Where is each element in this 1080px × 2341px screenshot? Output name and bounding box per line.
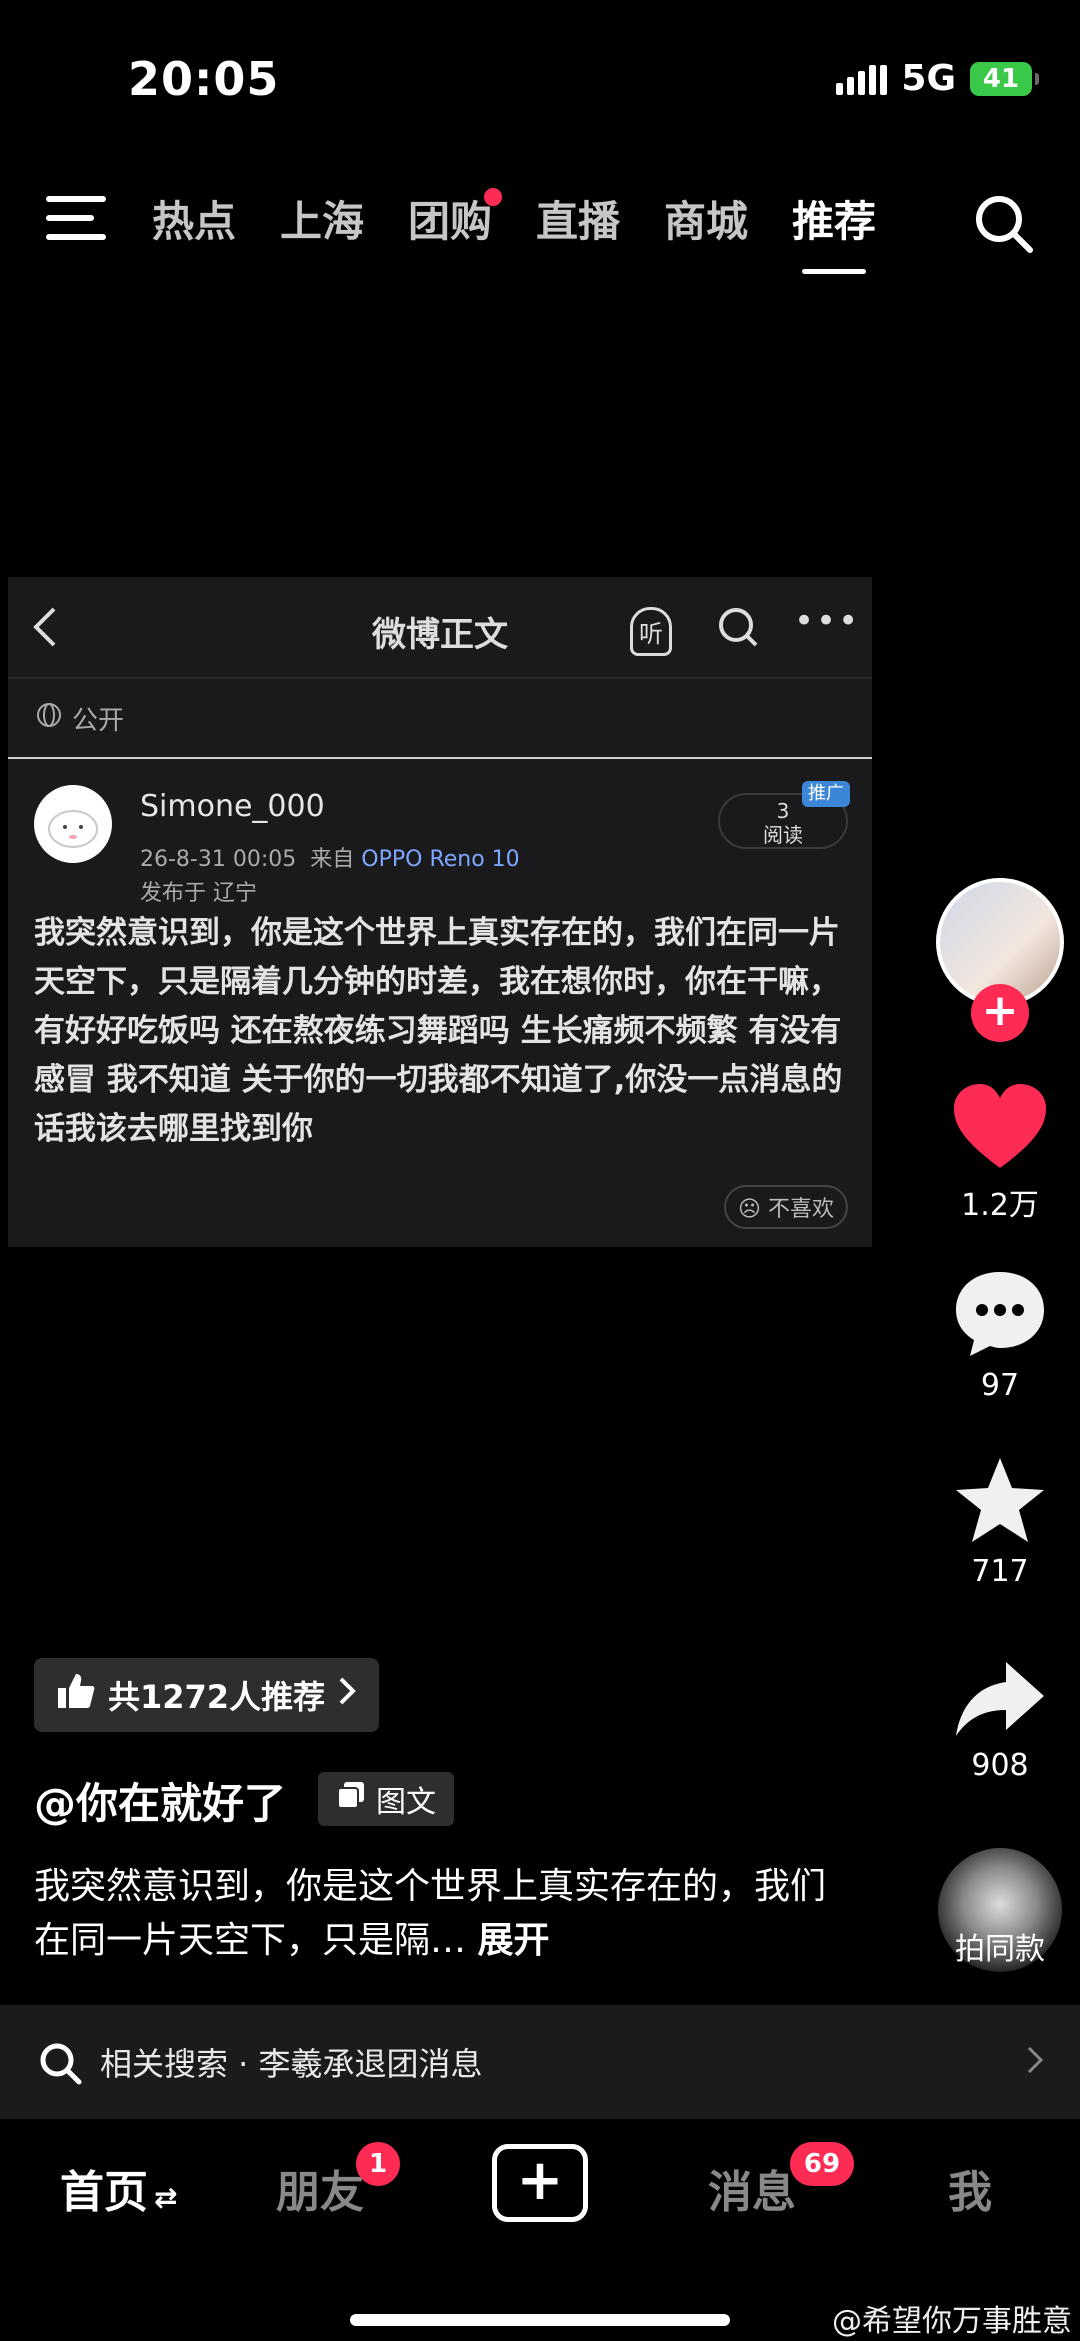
ad-badge: 推广 bbox=[802, 781, 850, 807]
search-refresh-icon bbox=[716, 605, 760, 653]
thumbs-up-icon bbox=[56, 1672, 96, 1718]
related-search-label: 相关搜索 · 李羲承退团消息 bbox=[100, 2045, 483, 2083]
chevron-right-icon bbox=[337, 1675, 357, 1715]
menu-icon[interactable] bbox=[46, 196, 106, 244]
swap-icon: ⇄ bbox=[154, 2181, 178, 2214]
comment-count: 97 bbox=[980, 1368, 1020, 1403]
signal-icon bbox=[836, 63, 888, 95]
more-icon: ••• bbox=[794, 601, 861, 641]
star-icon bbox=[956, 1458, 1044, 1542]
description: 我突然意识到，你是这个世界上真实存在的，我们在同一片天空下，只是隔… 展开 bbox=[34, 1860, 854, 1968]
status-indicators: 5G 41 bbox=[836, 58, 1039, 99]
tab-mall[interactable]: 商城 bbox=[642, 192, 770, 252]
nav-home[interactable]: 首页 ⇄ bbox=[60, 2156, 177, 2220]
nav-me[interactable]: 我 bbox=[948, 2156, 992, 2220]
nav-messages[interactable]: 消息 bbox=[708, 2156, 796, 2220]
top-tabs: 热点 上海 团购 直播 商城 推荐 bbox=[130, 188, 898, 274]
tab-group-buy[interactable]: 团购 bbox=[386, 188, 514, 252]
username: Simone_000 bbox=[140, 789, 325, 824]
network-type: 5G bbox=[901, 58, 956, 99]
type-tag: 图文 bbox=[318, 1772, 454, 1826]
weibo-post-image[interactable]: 微博正文 听 ••• 公开 Simone_000 26-8-31 00:05 来… bbox=[8, 577, 872, 1247]
avatar bbox=[34, 785, 112, 863]
listen-icon: 听 bbox=[630, 607, 672, 656]
nav-friends[interactable]: 朋友 bbox=[276, 2156, 364, 2220]
messages-badge: 69 bbox=[790, 2142, 854, 2186]
post-date: 26-8-31 00:05 来自 OPPO Reno 10 bbox=[140, 847, 520, 872]
comment-icon bbox=[956, 1272, 1044, 1356]
description-text: 我突然意识到，你是这个世界上真实存在的，我们在同一片天空下，只是隔… bbox=[34, 1866, 827, 1961]
share-icon bbox=[956, 1662, 1044, 1736]
recommend-pill[interactable]: 共1272人推荐 bbox=[34, 1658, 380, 1732]
like-count: 1.2万 bbox=[961, 1188, 1039, 1223]
battery-icon: 41 bbox=[970, 61, 1039, 96]
status-time: 20:05 bbox=[128, 52, 280, 106]
favorite-button[interactable]: 717 bbox=[940, 1456, 1060, 1589]
recommend-label: 共1272人推荐 bbox=[108, 1678, 326, 1716]
search-icon[interactable] bbox=[972, 192, 1036, 256]
post-meta: Simone_000 26-8-31 00:05 来自 OPPO Reno 10… bbox=[8, 759, 872, 909]
like-button[interactable]: 1.2万 bbox=[940, 1084, 1060, 1224]
related-search-bar[interactable]: 相关搜索 · 李羲承退团消息 bbox=[0, 2005, 1080, 2119]
tab-live[interactable]: 直播 bbox=[514, 192, 642, 252]
visibility-row: 公开 bbox=[8, 679, 872, 759]
comment-button[interactable]: 97 bbox=[940, 1268, 1060, 1403]
weibo-header: 微博正文 听 ••• bbox=[8, 577, 872, 679]
home-indicator bbox=[350, 2314, 730, 2326]
reads-count: 推广 3 阅读 bbox=[718, 781, 850, 849]
search-icon bbox=[38, 2041, 82, 2089]
image-text-icon bbox=[336, 1780, 366, 1818]
watermark: @希望你万事胜意 bbox=[832, 2304, 1072, 2339]
follow-button[interactable]: + bbox=[971, 984, 1029, 1042]
tab-hot[interactable]: 热点 bbox=[130, 192, 258, 252]
chevron-right-icon bbox=[1026, 2045, 1044, 2079]
dislike-tag: ☹ 不喜欢 bbox=[724, 1185, 848, 1229]
share-count: 908 bbox=[971, 1748, 1029, 1783]
create-button[interactable]: + bbox=[492, 2144, 588, 2222]
tab-recommend[interactable]: 推荐 bbox=[770, 192, 898, 274]
favorite-count: 717 bbox=[971, 1554, 1029, 1589]
post-body: 我突然意识到，你是这个世界上真实存在的，我们在同一片天空下，只是隔着几分钟的时差… bbox=[34, 915, 843, 1147]
friends-badge: 1 bbox=[356, 2142, 400, 2186]
expand-link[interactable]: 展开 bbox=[477, 1920, 549, 1961]
share-button[interactable]: 908 bbox=[940, 1660, 1060, 1783]
author-name[interactable]: @你在就好了 bbox=[34, 1770, 286, 1831]
heart-icon bbox=[954, 1084, 1046, 1168]
tab-shanghai[interactable]: 上海 bbox=[258, 192, 386, 252]
type-label: 图文 bbox=[376, 1785, 436, 1820]
make-same-label[interactable]: 拍同款 bbox=[930, 1924, 1070, 1968]
battery-level: 41 bbox=[982, 63, 1020, 94]
globe-icon bbox=[36, 702, 62, 735]
post-location: 发布于 辽宁 bbox=[140, 881, 257, 906]
visibility-label: 公开 bbox=[72, 705, 125, 736]
source-device: OPPO Reno 10 bbox=[361, 847, 520, 872]
notification-dot bbox=[484, 188, 502, 206]
